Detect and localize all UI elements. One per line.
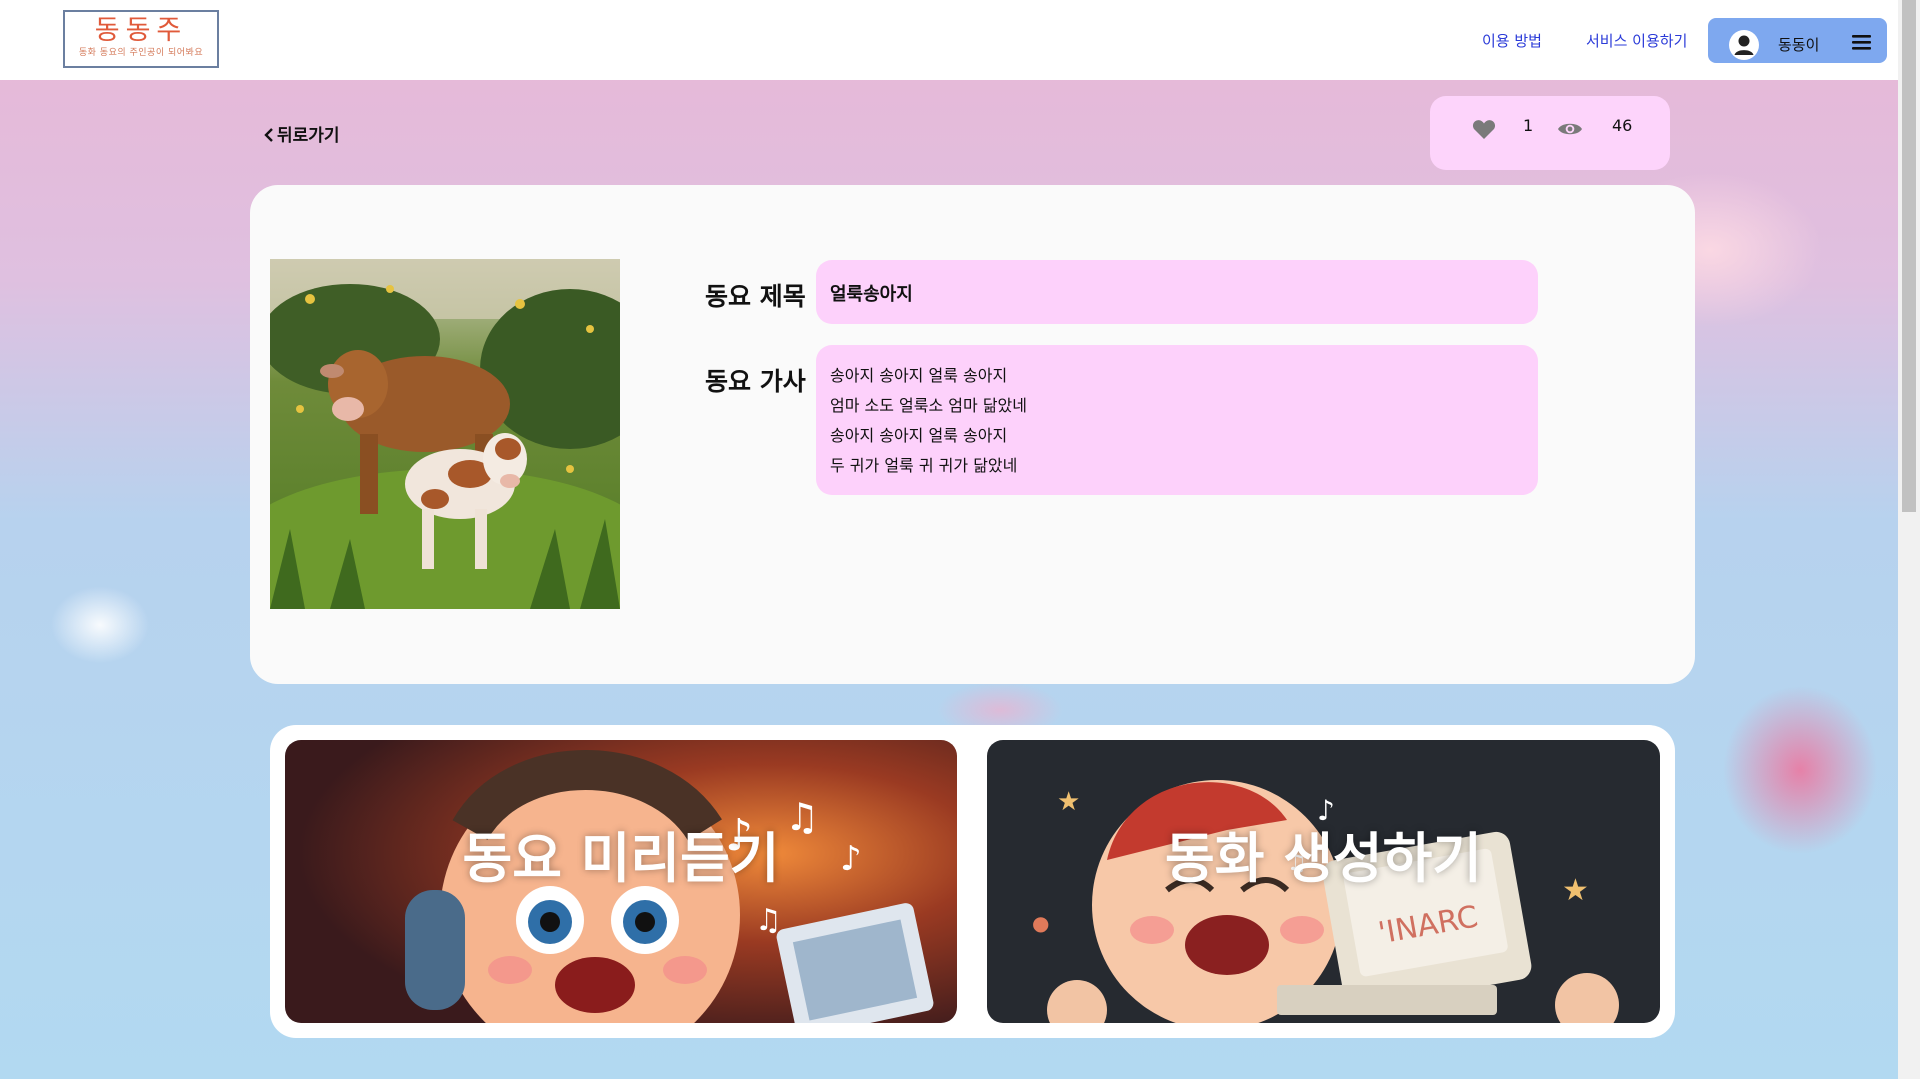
svg-text:★: ★ xyxy=(1057,787,1080,817)
eye-icon xyxy=(1557,120,1583,142)
logo-title: 동동주 xyxy=(94,15,188,46)
lyrics-line: 두 귀가 얼룩 귀 귀가 닮았네 xyxy=(830,456,1018,475)
logo-subtitle: 동화 동요의 주인공이 되어봐요 xyxy=(78,48,204,58)
chevron-left-icon xyxy=(264,128,273,142)
song-preview-label: 동요 미리듣기 xyxy=(462,827,780,890)
song-cover-image xyxy=(270,259,620,609)
lyrics-line: 송아지 송아지 얼룩 송아지 xyxy=(830,426,1008,445)
back-label: 뒤로가기 xyxy=(277,126,340,146)
lyrics-list: 송아지 송아지 얼룩 송아지 엄마 소도 얼룩소 엄마 닮았네 송아지 송아지 … xyxy=(830,361,1027,481)
user-name: 동동이 xyxy=(1778,36,1820,54)
hamburger-menu-icon[interactable] xyxy=(1852,34,1872,54)
scrollbar-thumb[interactable] xyxy=(1902,0,1916,512)
story-create-label: 동화 생성하기 xyxy=(1165,827,1482,890)
song-title-value: 얼룩송아지 xyxy=(830,284,913,305)
song-title-field: 얼룩송아지 xyxy=(816,260,1538,324)
user-menu-button[interactable]: 동동이 xyxy=(1708,18,1887,63)
song-preview-card[interactable]: ♪ ♫ ♪ ♫ 동요 미리듣기 xyxy=(285,740,957,1023)
nav-link-how-to-use[interactable]: 이용 방법 xyxy=(1482,30,1542,51)
heart-icon[interactable] xyxy=(1472,118,1496,144)
user-avatar-icon xyxy=(1729,30,1759,60)
view-count: 46 xyxy=(1612,116,1633,135)
song-stats-panel: 1 46 xyxy=(1430,96,1670,170)
lyrics-line: 엄마 소도 얼룩소 엄마 닮았네 xyxy=(830,396,1027,415)
song-detail-card: 동요 제목 얼룩송아지 동요 가사 송아지 송아지 얼룩 송아지 엄마 소도 얼… xyxy=(250,185,1695,684)
svg-text:♫: ♫ xyxy=(755,903,782,938)
story-create-card[interactable]: 'INARC ★ ★ ● ♪ ♫ 동화 생성하기 xyxy=(987,740,1660,1023)
site-logo[interactable]: 동동주 동화 동요의 주인공이 되어봐요 xyxy=(63,10,219,68)
top-navigation-bar: 동동주 동화 동요의 주인공이 되어봐요 이용 방법 서비스 이용하기 동동이 xyxy=(0,0,1898,80)
page-scrollbar[interactable] xyxy=(1898,0,1920,1079)
action-cards-panel: ♪ ♫ ♪ ♫ 동요 미리듣기 'INARC ★ ★ ● ♪ ♫ 동화 생성하기 xyxy=(270,725,1675,1038)
lyrics-line: 송아지 송아지 얼룩 송아지 xyxy=(830,366,1008,385)
like-count: 1 xyxy=(1523,116,1534,135)
svg-text:●: ● xyxy=(1032,911,1049,935)
song-lyrics-label: 동요 가사 xyxy=(705,367,806,396)
nav-link-use-service[interactable]: 서비스 이용하기 xyxy=(1586,30,1687,51)
back-button[interactable]: 뒤로가기 xyxy=(264,121,340,146)
song-lyrics-field: 송아지 송아지 얼룩 송아지 엄마 소도 얼룩소 엄마 닮았네 송아지 송아지 … xyxy=(816,345,1538,495)
song-title-label: 동요 제목 xyxy=(705,282,806,311)
